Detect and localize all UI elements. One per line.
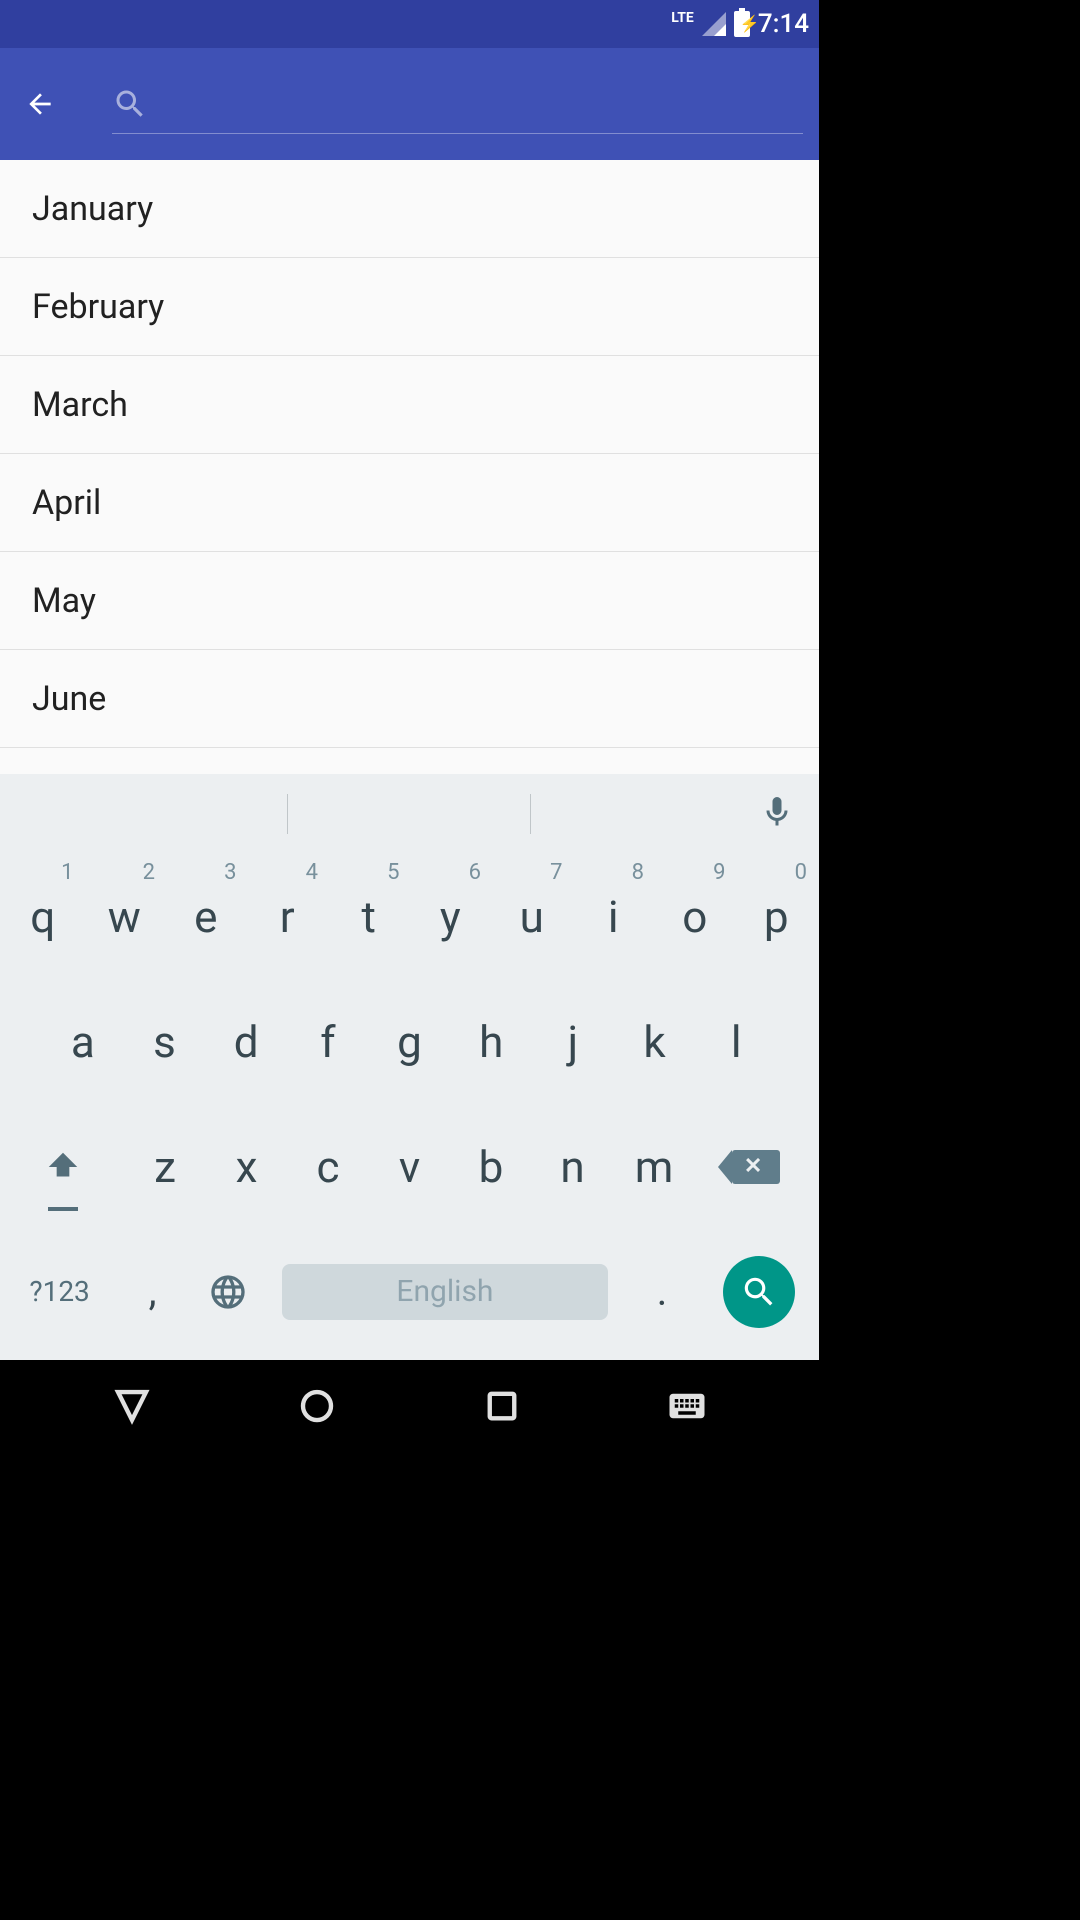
key-j[interactable]: j [532, 979, 614, 1104]
list-item-label: April [32, 483, 101, 523]
keyboard-icon [666, 1385, 708, 1427]
period-key[interactable]: . [622, 1229, 702, 1354]
keyboard-row: 1q 2w 3e 4r 5t 6y 7u 8i 9o 0p [2, 854, 817, 979]
nav-ime-button[interactable] [666, 1385, 708, 1431]
key-b[interactable]: b [450, 1104, 532, 1229]
key-c[interactable]: c [287, 1104, 369, 1229]
symbols-key[interactable]: ?123 [2, 1229, 117, 1354]
key-s[interactable]: s [124, 979, 206, 1104]
nav-recent-icon [481, 1385, 523, 1427]
key-h[interactable]: h [450, 979, 532, 1104]
space-key[interactable]: English [268, 1229, 622, 1354]
key-o[interactable]: 9o [654, 854, 736, 979]
backspace-key[interactable]: ✕ [695, 1104, 817, 1229]
key-i[interactable]: 8i [573, 854, 655, 979]
keyboard-row: z x c v b n m ✕ [2, 1104, 817, 1229]
search-icon [112, 86, 148, 122]
back-arrow-icon [24, 88, 56, 120]
search-field[interactable] [112, 74, 803, 134]
key-d[interactable]: d [205, 979, 287, 1104]
nav-recent-button[interactable] [481, 1385, 523, 1431]
language-key[interactable] [188, 1229, 268, 1354]
key-w[interactable]: 2w [84, 854, 166, 979]
key-g[interactable]: g [369, 979, 451, 1104]
search-action-icon [723, 1256, 795, 1328]
key-f[interactable]: f [287, 979, 369, 1104]
list-item-label: May [32, 581, 96, 621]
list-item[interactable]: February [0, 258, 819, 356]
keyboard-row: a s d f g h j k l [2, 979, 817, 1104]
nav-home-button[interactable] [296, 1385, 338, 1431]
key-u[interactable]: 7u [491, 854, 573, 979]
key-a[interactable]: a [42, 979, 124, 1104]
battery-icon: ⚡ [734, 11, 750, 37]
divider [287, 794, 288, 834]
signal-icon [702, 12, 726, 36]
keyboard-row: ?123 , English . [2, 1229, 817, 1354]
key-q[interactable]: 1q [2, 854, 84, 979]
key-x[interactable]: x [206, 1104, 288, 1229]
backspace-icon: ✕ [732, 1150, 780, 1184]
suggestion-bar [0, 774, 819, 854]
comma-key[interactable]: , [117, 1229, 188, 1354]
list-item[interactable]: March [0, 356, 819, 454]
mic-button[interactable] [759, 794, 795, 834]
shift-key[interactable] [2, 1104, 124, 1229]
key-z[interactable]: z [124, 1104, 206, 1229]
nav-back-icon [111, 1385, 153, 1427]
nav-home-icon [296, 1385, 338, 1427]
key-l[interactable]: l [695, 979, 777, 1104]
shift-icon [44, 1148, 82, 1186]
key-m[interactable]: m [613, 1104, 695, 1229]
nav-back-button[interactable] [111, 1385, 153, 1431]
search-action-key[interactable] [702, 1229, 817, 1354]
status-bar: LTE ⚡ 7:14 [0, 0, 819, 48]
search-input[interactable] [148, 86, 803, 121]
keyboard-rows: 1q 2w 3e 4r 5t 6y 7u 8i 9o 0p a s d f g … [0, 854, 819, 1360]
list-item[interactable]: April [0, 454, 819, 552]
key-k[interactable]: k [614, 979, 696, 1104]
key-y[interactable]: 6y [410, 854, 492, 979]
divider [530, 794, 531, 834]
globe-icon [208, 1272, 248, 1312]
list-item-label: June [32, 679, 106, 719]
key-p[interactable]: 0p [736, 854, 818, 979]
navigation-bar [0, 1360, 819, 1456]
key-v[interactable]: v [369, 1104, 451, 1229]
list-item-label: March [32, 385, 128, 425]
list-item[interactable]: January [0, 160, 819, 258]
list-item[interactable]: May [0, 552, 819, 650]
app-bar [0, 48, 819, 160]
shift-underline [48, 1207, 78, 1211]
network-label: LTE [671, 10, 694, 26]
key-r[interactable]: 4r [247, 854, 329, 979]
key-e[interactable]: 3e [165, 854, 247, 979]
list-item-label: January [32, 189, 153, 229]
space-label: English [282, 1264, 608, 1320]
screen: LTE ⚡ 7:14 January February March April … [0, 0, 819, 1456]
clock: 7:14 [758, 9, 809, 39]
month-list: January February March April May June [0, 160, 819, 774]
list-item[interactable]: June [0, 650, 819, 748]
key-n[interactable]: n [532, 1104, 614, 1229]
list-item-label: February [32, 287, 164, 327]
back-button[interactable] [16, 80, 64, 128]
key-t[interactable]: 5t [328, 854, 410, 979]
soft-keyboard: 1q 2w 3e 4r 5t 6y 7u 8i 9o 0p a s d f g … [0, 774, 819, 1360]
